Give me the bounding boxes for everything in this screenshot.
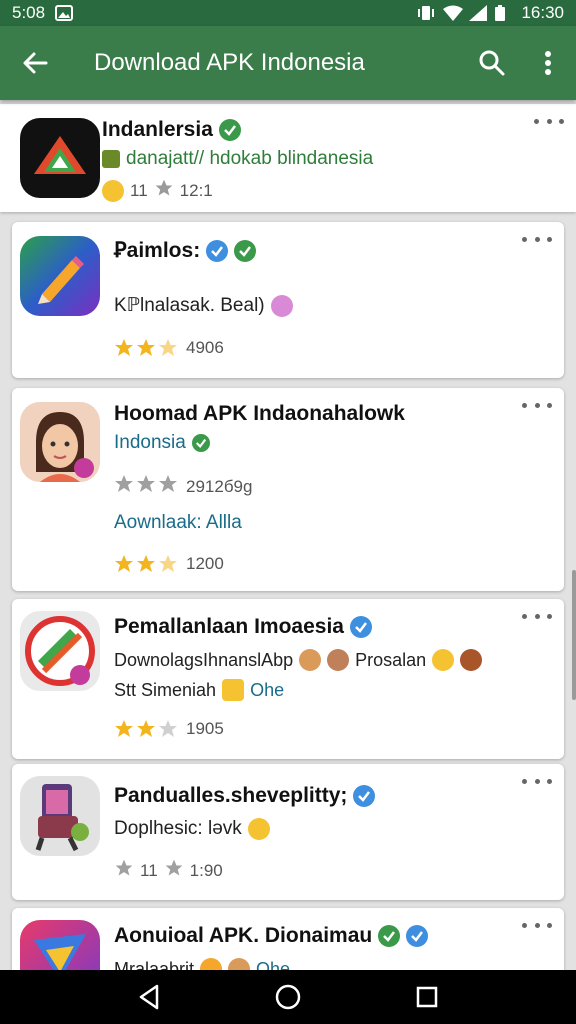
app-description: Kℙlnalasak. Beal) [114,295,265,316]
star-icon [115,555,177,572]
scrollbar[interactable] [572,570,576,700]
verified-icon [218,119,241,141]
verified-icon [206,239,229,262]
emoji-icon [200,958,223,970]
app-description-suffix: Prosalan [355,649,427,670]
app-subtitle: Aownlaak: Allla [114,512,242,533]
app-list: Indanlersia danajatt// hdokab blindanesi… [0,100,576,970]
face-emoji-icon [299,649,322,671]
app-subtitle-suffix: Ohe [250,679,285,700]
list-item[interactable]: Pandualles.sheveplitty; Doplhesic: lǝvk … [12,764,564,900]
status-time-left: 5:08 [12,3,46,22]
emoji-icon [270,294,293,317]
download-count: 4906 [186,338,224,357]
verified-icon [353,785,376,807]
list-item[interactable]: Hoomad APK Indaonahalowk Indonsia 2912б9… [12,388,564,591]
download-count: 1:90 [189,860,223,880]
rating-value: 11 [130,180,148,200]
home-nav-icon[interactable] [268,977,308,1017]
app-badge-icon [102,150,120,168]
smile-emoji-icon [102,179,124,202]
more-options-icon[interactable] [522,609,552,623]
gallery-notification-icon [55,5,74,21]
star-icon [115,720,177,737]
emoji-icon [222,679,245,701]
star-rating [114,719,180,739]
star-icon [115,475,177,492]
more-options-icon[interactable] [522,918,552,932]
back-nav-icon[interactable] [129,977,169,1017]
signal-icon [469,5,488,21]
app-icon [20,118,100,198]
more-options-icon[interactable] [522,398,552,412]
face-emoji-icon [327,649,350,671]
battery-icon [495,5,513,21]
status-time-right: 16:30 [521,3,564,22]
status-bar: 5:08 16:30 [0,0,576,26]
list-item[interactable]: Aonuioal APK. Dionaimau Mralaabrit Ohe [12,908,564,970]
app-description-suffix: Ohe [256,958,291,971]
page-title: Download APK Indonesia [94,49,365,76]
verified-icon [234,239,257,262]
list-item[interactable]: Pemallanlaan Imoaesia DownolagsIhnanslAb… [12,599,564,759]
app-name: Aonuioal APK. Dionaimau [114,924,373,947]
app-icon [20,402,100,482]
app-name: Pemallanlaan Imoaesia [114,615,344,638]
app-description: Mralaabrit [114,958,195,971]
app-bar: Download APK Indonesia [0,26,576,100]
verified-icon [378,925,401,947]
list-item[interactable]: Ꝑaimlos: Kℙlnalasak. Beal) 4906 [12,222,564,378]
more-vert-icon[interactable] [520,26,576,100]
emoji-icon [228,958,251,970]
more-options-icon[interactable] [534,114,564,128]
app-description: Indonsia [114,432,186,453]
wifi-icon [443,5,464,21]
app-description: Doplhesic: lǝvk [114,818,242,839]
verified-icon [191,434,210,452]
vibrate-icon [417,5,435,21]
verified-icon [349,616,372,638]
star-icon [115,339,177,356]
app-icon [20,236,100,316]
star-icon [154,178,174,203]
more-options-icon[interactable] [522,774,552,788]
face-emoji-icon [460,649,483,671]
star-icon [114,858,134,883]
verified-icon [406,925,429,947]
rating-value: 11 [140,860,158,880]
app-description: danajatt// hdokab blindanesia [126,148,374,169]
face-emoji-icon [432,649,455,671]
app-name: Ꝑaimlos: [114,239,201,262]
star-rating [114,554,180,574]
download-count: 1905 [186,719,224,738]
app-icon [20,776,100,856]
search-icon[interactable] [464,26,520,100]
app-description: DownolagsIhnanslAbp [114,649,294,670]
star-rating [114,338,180,358]
star-rating-grey [114,474,180,499]
recents-nav-icon[interactable] [407,977,447,1017]
app-name: Indanlersia [102,118,213,141]
app-name: Pandualles.sheveplitty; [114,784,348,807]
download-count: 1200 [186,554,224,573]
back-arrow-icon[interactable] [0,26,70,100]
list-item[interactable]: Indanlersia danajatt// hdokab blindanesi… [0,104,576,212]
download-count: 12:1 [179,180,213,200]
system-nav-bar [0,970,576,1024]
smile-emoji-icon [247,818,270,840]
secondary-count: 2912б9g [186,476,253,496]
app-icon [20,920,100,970]
app-subtitle: Stt Simeniah [114,679,217,700]
star-icon [164,858,184,883]
app-icon [20,611,100,691]
app-name: Hoomad APK Indaonahalowk [114,402,405,425]
more-options-icon[interactable] [522,232,552,246]
